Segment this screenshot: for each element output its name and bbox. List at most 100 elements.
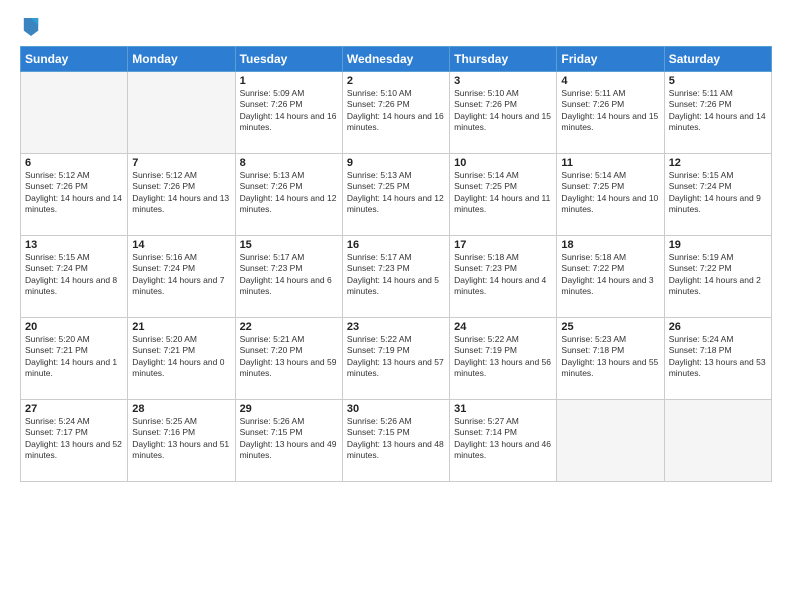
- calendar-cell: 6Sunrise: 5:12 AM Sunset: 7:26 PM Daylig…: [21, 154, 128, 236]
- day-number: 29: [240, 403, 338, 415]
- calendar-cell: 13Sunrise: 5:15 AM Sunset: 7:24 PM Dayli…: [21, 236, 128, 318]
- calendar-cell: 23Sunrise: 5:22 AM Sunset: 7:19 PM Dayli…: [342, 318, 449, 400]
- day-info: Sunrise: 5:17 AM Sunset: 7:23 PM Dayligh…: [347, 252, 445, 298]
- day-number: 23: [347, 321, 445, 333]
- day-number: 16: [347, 239, 445, 251]
- calendar-cell: 19Sunrise: 5:19 AM Sunset: 7:22 PM Dayli…: [664, 236, 771, 318]
- calendar-cell: 22Sunrise: 5:21 AM Sunset: 7:20 PM Dayli…: [235, 318, 342, 400]
- day-info: Sunrise: 5:27 AM Sunset: 7:14 PM Dayligh…: [454, 416, 552, 462]
- calendar-cell: 4Sunrise: 5:11 AM Sunset: 7:26 PM Daylig…: [557, 72, 664, 154]
- calendar-cell: 5Sunrise: 5:11 AM Sunset: 7:26 PM Daylig…: [664, 72, 771, 154]
- calendar-header-thursday: Thursday: [450, 47, 557, 72]
- day-number: 21: [132, 321, 230, 333]
- calendar-cell: 15Sunrise: 5:17 AM Sunset: 7:23 PM Dayli…: [235, 236, 342, 318]
- day-number: 27: [25, 403, 123, 415]
- day-info: Sunrise: 5:17 AM Sunset: 7:23 PM Dayligh…: [240, 252, 338, 298]
- calendar-week-4: 20 Sunrise: 5:20 AM Sunset: 7:21 PM Dayli…: [21, 318, 772, 400]
- day-number: 20: [25, 321, 123, 333]
- calendar-cell: 14Sunrise: 5:16 AM Sunset: 7:24 PM Dayli…: [128, 236, 235, 318]
- day-info: Sunrise: 5:12 AM Sunset: 7:26 PM Dayligh…: [25, 170, 123, 216]
- day-info: Sunrise: 5:13 AM Sunset: 7:25 PM Dayligh…: [347, 170, 445, 216]
- calendar-cell: [128, 72, 235, 154]
- calendar-cell: 29Sunrise: 5:26 AM Sunset: 7:15 PM Dayli…: [235, 400, 342, 482]
- calendar-cell: 18Sunrise: 5:18 AM Sunset: 7:22 PM Dayli…: [557, 236, 664, 318]
- day-number: 19: [669, 239, 767, 251]
- day-number: 10: [454, 157, 552, 169]
- day-number: 6: [25, 157, 123, 169]
- day-info: Sunrise: 5:20 AM Sunset: 7:21 PM Dayligh…: [132, 334, 230, 380]
- day-info: Sunrise: 5:25 AM Sunset: 7:16 PM Dayligh…: [132, 416, 230, 462]
- calendar-cell: 2Sunrise: 5:10 AM Sunset: 7:26 PM Daylig…: [342, 72, 449, 154]
- calendar-cell: [21, 72, 128, 154]
- calendar-cell: [557, 400, 664, 482]
- day-info: Sunrise: 5:15 AM Sunset: 7:24 PM Dayligh…: [25, 252, 123, 298]
- day-info: Sunrise: 5:23 AM Sunset: 7:18 PM Dayligh…: [561, 334, 659, 380]
- calendar-cell: 16Sunrise: 5:17 AM Sunset: 7:23 PM Dayli…: [342, 236, 449, 318]
- calendar-cell: 25Sunrise: 5:23 AM Sunset: 7:18 PM Dayli…: [557, 318, 664, 400]
- calendar-cell: 10Sunrise: 5:14 AM Sunset: 7:25 PM Dayli…: [450, 154, 557, 236]
- calendar-cell: 31Sunrise: 5:27 AM Sunset: 7:14 PM Dayli…: [450, 400, 557, 482]
- day-info: Sunrise: 5:13 AM Sunset: 7:26 PM Dayligh…: [240, 170, 338, 216]
- calendar-cell: 24Sunrise: 5:22 AM Sunset: 7:19 PM Dayli…: [450, 318, 557, 400]
- day-info: Sunrise: 5:16 AM Sunset: 7:24 PM Dayligh…: [132, 252, 230, 298]
- day-number: 31: [454, 403, 552, 415]
- day-number: 26: [669, 321, 767, 333]
- day-info: Sunrise: 5:24 AM Sunset: 7:18 PM Dayligh…: [669, 334, 767, 380]
- calendar-week-5: 27Sunrise: 5:24 AM Sunset: 7:17 PM Dayli…: [21, 400, 772, 482]
- day-number: 1: [240, 75, 338, 87]
- header: [20, 16, 772, 36]
- calendar-table: SundayMondayTuesdayWednesdayThursdayFrid…: [20, 46, 772, 482]
- day-info: Sunrise: 5:18 AM Sunset: 7:22 PM Dayligh…: [561, 252, 659, 298]
- day-number: 3: [454, 75, 552, 87]
- day-info: Sunrise: 5:21 AM Sunset: 7:20 PM Dayligh…: [240, 334, 338, 380]
- day-info: Sunrise: 5:18 AM Sunset: 7:23 PM Dayligh…: [454, 252, 552, 298]
- calendar-cell: 3Sunrise: 5:10 AM Sunset: 7:26 PM Daylig…: [450, 72, 557, 154]
- calendar-cell: 11Sunrise: 5:14 AM Sunset: 7:25 PM Dayli…: [557, 154, 664, 236]
- calendar-cell: 7Sunrise: 5:12 AM Sunset: 7:26 PM Daylig…: [128, 154, 235, 236]
- calendar-header-sunday: Sunday: [21, 47, 128, 72]
- day-info: Sunrise: 5:24 AM Sunset: 7:17 PM Dayligh…: [25, 416, 123, 462]
- logo: [20, 16, 40, 36]
- calendar-header-monday: Monday: [128, 47, 235, 72]
- calendar-cell: 26Sunrise: 5:24 AM Sunset: 7:18 PM Dayli…: [664, 318, 771, 400]
- calendar-header-wednesday: Wednesday: [342, 47, 449, 72]
- calendar-week-1: 1Sunrise: 5:09 AM Sunset: 7:26 PM Daylig…: [21, 72, 772, 154]
- day-number: 14: [132, 239, 230, 251]
- day-number: 17: [454, 239, 552, 251]
- day-number: 11: [561, 157, 659, 169]
- day-number: 12: [669, 157, 767, 169]
- day-info: Sunrise: 5:12 AM Sunset: 7:26 PM Dayligh…: [132, 170, 230, 216]
- day-number: 30: [347, 403, 445, 415]
- calendar-cell: 27Sunrise: 5:24 AM Sunset: 7:17 PM Dayli…: [21, 400, 128, 482]
- day-number: 25: [561, 321, 659, 333]
- page: SundayMondayTuesdayWednesdayThursdayFrid…: [0, 0, 792, 612]
- day-info: Sunrise: 5:09 AM Sunset: 7:26 PM Dayligh…: [240, 88, 338, 134]
- calendar-header-row: SundayMondayTuesdayWednesdayThursdayFrid…: [21, 47, 772, 72]
- calendar-cell: 28Sunrise: 5:25 AM Sunset: 7:16 PM Dayli…: [128, 400, 235, 482]
- day-info: Sunrise: 5:10 AM Sunset: 7:26 PM Dayligh…: [454, 88, 552, 134]
- day-number: 2: [347, 75, 445, 87]
- day-info: Sunrise: 5:10 AM Sunset: 7:26 PM Dayligh…: [347, 88, 445, 134]
- calendar-cell: 30Sunrise: 5:26 AM Sunset: 7:15 PM Dayli…: [342, 400, 449, 482]
- day-number: 18: [561, 239, 659, 251]
- day-info: Sunrise: 5:11 AM Sunset: 7:26 PM Dayligh…: [669, 88, 767, 134]
- day-info: Sunrise: 5:14 AM Sunset: 7:25 PM Dayligh…: [454, 170, 552, 216]
- day-number: 9: [347, 157, 445, 169]
- day-number: 5: [669, 75, 767, 87]
- day-number: 4: [561, 75, 659, 87]
- calendar-cell: 21Sunrise: 5:20 AM Sunset: 7:21 PM Dayli…: [128, 318, 235, 400]
- calendar-week-2: 6Sunrise: 5:12 AM Sunset: 7:26 PM Daylig…: [21, 154, 772, 236]
- day-info: Sunrise: 5:14 AM Sunset: 7:25 PM Dayligh…: [561, 170, 659, 216]
- day-info: Sunrise: 5:26 AM Sunset: 7:15 PM Dayligh…: [347, 416, 445, 462]
- day-info: Sunrise: 5:26 AM Sunset: 7:15 PM Dayligh…: [240, 416, 338, 462]
- day-number: 22: [240, 321, 338, 333]
- calendar-cell: 17Sunrise: 5:18 AM Sunset: 7:23 PM Dayli…: [450, 236, 557, 318]
- day-number: 24: [454, 321, 552, 333]
- day-number: 7: [132, 157, 230, 169]
- calendar-cell: 1Sunrise: 5:09 AM Sunset: 7:26 PM Daylig…: [235, 72, 342, 154]
- calendar-cell: 9Sunrise: 5:13 AM Sunset: 7:25 PM Daylig…: [342, 154, 449, 236]
- calendar-cell: 8Sunrise: 5:13 AM Sunset: 7:26 PM Daylig…: [235, 154, 342, 236]
- day-info: Sunrise: 5:19 AM Sunset: 7:22 PM Dayligh…: [669, 252, 767, 298]
- day-info: Sunrise: 5:22 AM Sunset: 7:19 PM Dayligh…: [454, 334, 552, 380]
- day-number: 28: [132, 403, 230, 415]
